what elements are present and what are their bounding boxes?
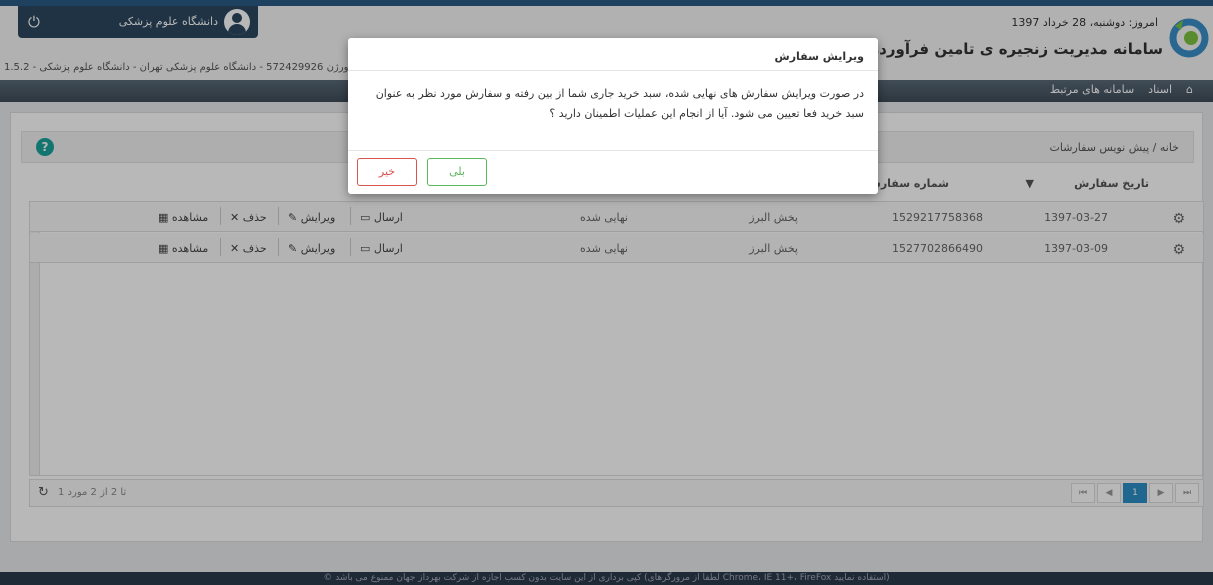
dialog-title: ویرایش سفارش [774, 50, 864, 63]
divider [348, 150, 878, 151]
divider [348, 70, 878, 71]
yes-button[interactable]: بلی [427, 158, 487, 186]
no-button[interactable]: خیر [357, 158, 417, 186]
edit-order-dialog: ویرایش سفارش در صورت ویرایش سفارش های نه… [348, 38, 878, 194]
dialog-message: در صورت ویرایش سفارش های نهایی شده، سبد … [375, 87, 864, 120]
